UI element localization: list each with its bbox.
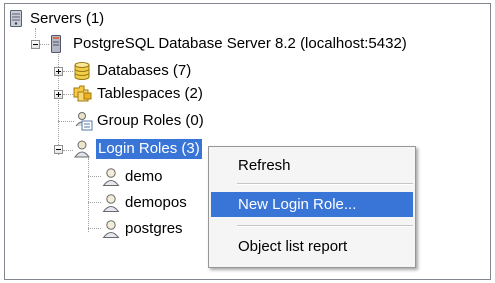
tree-node-label: Databases (7) xyxy=(97,62,192,79)
tree-line xyxy=(58,121,74,122)
collapse-icon[interactable] xyxy=(54,145,63,154)
user-icon xyxy=(102,168,120,186)
tree-line xyxy=(40,44,49,45)
expand-icon[interactable] xyxy=(54,67,63,76)
expand-icon[interactable] xyxy=(54,90,63,99)
group-roles-icon xyxy=(75,112,93,131)
tree-line xyxy=(63,71,73,72)
tree-node-label: Servers (1) xyxy=(30,10,105,27)
menu-item-object-list-report[interactable]: Object list report xyxy=(211,234,413,259)
server-icon xyxy=(51,35,61,53)
tree-line xyxy=(63,150,73,151)
menu-separator xyxy=(237,183,413,185)
menu-item-refresh[interactable]: Refresh xyxy=(211,153,413,178)
tree-node-label: demopos xyxy=(125,194,187,211)
tree-line xyxy=(88,158,89,232)
user-icon xyxy=(102,194,120,212)
tree-line xyxy=(88,202,101,203)
collapse-icon[interactable] xyxy=(31,40,40,49)
tree-node-label: PostgreSQL Database Server 8.2 (localhos… xyxy=(73,35,407,52)
database-icon xyxy=(74,62,90,80)
tree-line xyxy=(63,94,73,95)
servers-icon xyxy=(10,10,22,27)
tree-line xyxy=(88,176,101,177)
tree-node-label: Tablespaces (2) xyxy=(97,85,203,102)
tablespace-icon xyxy=(73,85,92,102)
user-icon xyxy=(102,220,120,238)
tree-line xyxy=(88,228,101,229)
tree-node-label-selected: Login Roles (3) xyxy=(96,139,202,159)
login-roles-icon xyxy=(74,140,90,158)
tree-node-label: Group Roles (0) xyxy=(97,112,204,129)
context-menu: Refresh New Login Role... Object list re… xyxy=(208,146,416,268)
menu-separator xyxy=(237,225,413,227)
tree-node-label: demo xyxy=(125,168,163,185)
tree-node-label: postgres xyxy=(125,220,183,237)
menu-item-new-login-role[interactable]: New Login Role... xyxy=(211,192,413,217)
